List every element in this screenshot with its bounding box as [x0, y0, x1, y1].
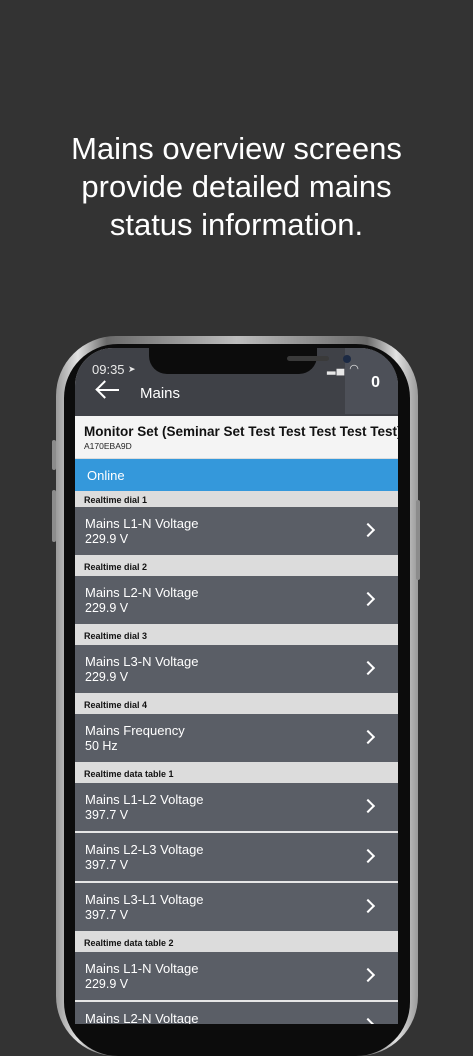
- section-header: Realtime data table 1: [75, 762, 398, 783]
- list-item[interactable]: Mains L1-N Voltage 229.9 V: [75, 507, 398, 555]
- item-label: Mains L3-N Voltage: [85, 654, 199, 669]
- chevron-right-icon: [360, 660, 376, 676]
- device-id: A170EBA9D: [84, 441, 132, 451]
- item-label: Mains L1-L2 Voltage: [85, 792, 204, 807]
- chevron-right-icon: [360, 522, 376, 538]
- phone-notch: [149, 348, 351, 374]
- chevron-right-icon: [360, 729, 376, 745]
- list-item[interactable]: Mains L3-L1 Voltage 397.7 V: [75, 883, 398, 931]
- volume-button: [52, 490, 56, 542]
- location-arrow-icon: ➤: [128, 364, 136, 374]
- notification-count[interactable]: 0: [371, 374, 380, 392]
- section-title: Realtime data table 1: [84, 769, 174, 779]
- chevron-right-icon: [360, 1017, 376, 1024]
- headline-line-2: provide detailed mains: [81, 169, 392, 204]
- item-label: Mains L1-N Voltage: [85, 516, 199, 531]
- item-value: 229.9 V: [85, 601, 129, 615]
- list-item[interactable]: Mains L3-N Voltage 229.9 V: [75, 645, 398, 693]
- section-title: Realtime dial 2: [84, 562, 148, 572]
- chevron-right-icon: [360, 898, 376, 914]
- list-item[interactable]: Mains L2-N Voltage: [75, 1002, 398, 1024]
- power-button: [416, 500, 420, 580]
- chevron-right-icon: [360, 591, 376, 607]
- app-screen: 09:35 ➤ ▂▄ ◠ 0 Mains Monitor Set (Semina…: [75, 348, 398, 1024]
- back-arrow-icon[interactable]: [95, 380, 121, 400]
- page-title: Mains: [140, 385, 181, 402]
- chevron-right-icon: [360, 848, 376, 864]
- section-title: Realtime data table 2: [84, 938, 174, 948]
- list-item[interactable]: Mains L2-N Voltage 229.9 V: [75, 576, 398, 624]
- item-label: Mains L1-N Voltage: [85, 961, 199, 976]
- section-header: Realtime dial 1: [75, 491, 398, 507]
- section-header: Realtime dial 2: [75, 555, 398, 576]
- list-item[interactable]: Mains L1-N Voltage 229.9 V: [75, 952, 398, 1002]
- chevron-right-icon: [360, 967, 376, 983]
- item-label: Mains L2-N Voltage: [85, 585, 199, 600]
- item-value: 397.7 V: [85, 808, 129, 822]
- section-header: Realtime dial 3: [75, 624, 398, 645]
- signal-wifi-battery-icon: ▂▄ ◠: [327, 363, 360, 375]
- item-label: Mains L2-L3 Voltage: [85, 842, 204, 857]
- section-title: Realtime dial 4: [84, 700, 148, 710]
- section-header: Realtime data table 2: [75, 931, 398, 952]
- headline-line-3: status information.: [109, 207, 364, 242]
- list-item[interactable]: Mains L1-L2 Voltage 397.7 V: [75, 783, 398, 833]
- headline-line-1: Mains overview screens: [71, 131, 402, 166]
- item-value: 229.9 V: [85, 670, 129, 684]
- section-header: Realtime dial 4: [75, 693, 398, 714]
- item-value: 397.7 V: [85, 908, 129, 922]
- device-name: Monitor Set (Seminar Set Test Test Test …: [84, 424, 398, 439]
- list-item[interactable]: Mains Frequency 50 Hz: [75, 714, 398, 762]
- item-label: Mains L2-N Voltage: [85, 1011, 199, 1024]
- status-time: 09:35: [92, 362, 125, 377]
- item-value: 229.9 V: [85, 532, 129, 546]
- section-title: Realtime dial 1: [84, 495, 148, 505]
- item-value: 50 Hz: [85, 739, 118, 753]
- chevron-right-icon: [360, 798, 376, 814]
- status-banner: Online: [75, 459, 398, 491]
- status-label: Online: [87, 468, 125, 483]
- section-title: Realtime dial 3: [84, 631, 148, 641]
- mains-list: Realtime dial 1 Mains L1-N Voltage 229.9…: [75, 491, 398, 1024]
- list-item[interactable]: Mains L2-L3 Voltage 397.7 V: [75, 833, 398, 883]
- item-value: 397.7 V: [85, 858, 129, 872]
- volume-button: [52, 440, 56, 470]
- app-header: 09:35 ➤ ▂▄ ◠ 0 Mains: [75, 348, 398, 416]
- item-value: 229.9 V: [85, 977, 129, 991]
- item-label: Mains L3-L1 Voltage: [85, 892, 204, 907]
- device-info: Monitor Set (Seminar Set Test Test Test …: [75, 416, 398, 458]
- promo-headline: Mains overview screens provide detailed …: [0, 130, 473, 244]
- item-label: Mains Frequency: [85, 723, 185, 738]
